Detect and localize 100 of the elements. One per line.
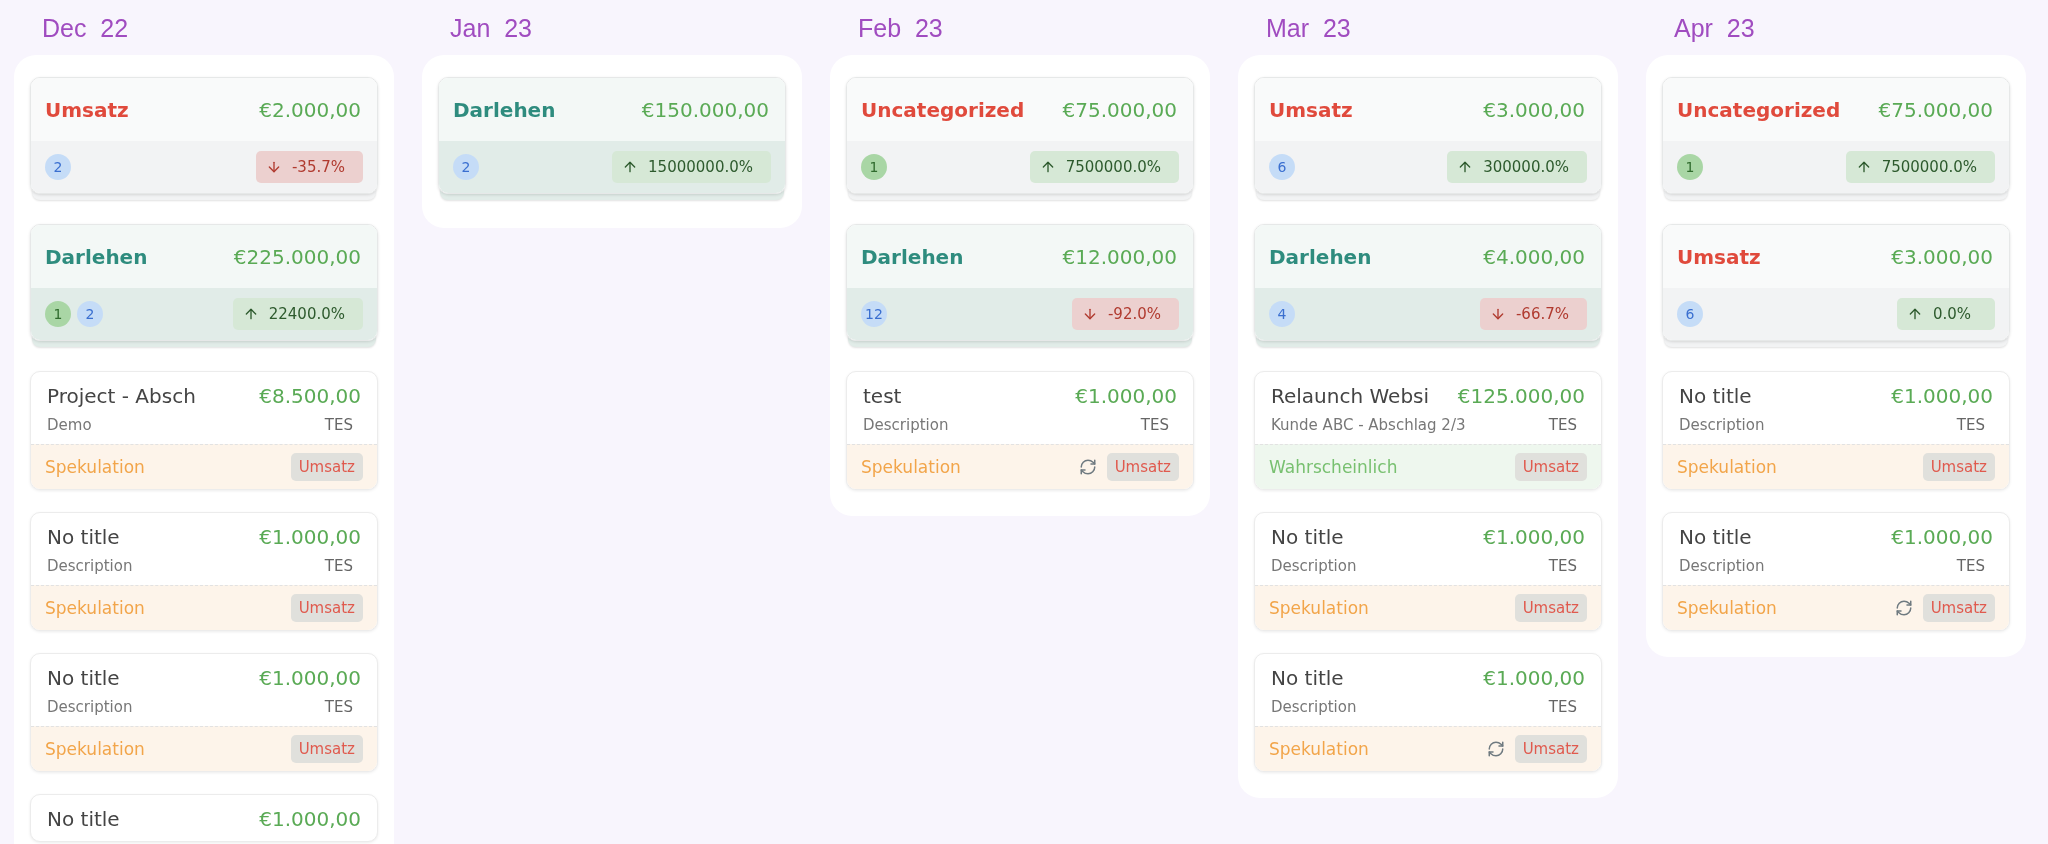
category-name: Uncategorized xyxy=(1677,97,1841,122)
entry-code: TES xyxy=(1956,557,1986,575)
month-heading: Feb 23 xyxy=(857,13,944,44)
entry-card[interactable]: test €1.000,00 Description TES Spekulation Umsatz xyxy=(846,371,1194,490)
entry-code: TES xyxy=(324,416,354,434)
category-name: Darlehen xyxy=(861,244,964,269)
entry-description: Description xyxy=(1679,416,1765,434)
entry-card[interactable]: Project - Absch €8.500,00 Demo TES Spekulation Umsatz xyxy=(30,371,378,490)
change-badge: -35.7% xyxy=(255,151,363,183)
entry-code: TES xyxy=(324,698,354,716)
entry-card[interactable]: No title €1.000,00 Description TES Spekulation Umsatz xyxy=(1662,512,2010,631)
count-badge: 4 xyxy=(1269,301,1295,327)
entry-description: Description xyxy=(47,557,133,575)
entry-card[interactable]: No title €1.000,00 Description TES Spekulation Umsatz xyxy=(30,653,378,772)
entry-amount: €1.000,00 xyxy=(1483,525,1585,549)
change-badge: 0.0% xyxy=(1897,298,1995,330)
category-amount: €75.000,00 xyxy=(1878,97,1993,122)
entry-description: Description xyxy=(1271,557,1357,575)
status-label: Spekulation xyxy=(45,739,146,759)
entry-title: Project - Absch xyxy=(47,384,196,408)
entry-card[interactable]: No title €1.000,00 Description TES Spekulation Umsatz xyxy=(1254,512,1602,631)
category-tag: Umsatz xyxy=(290,735,363,763)
category-name: Umsatz xyxy=(45,97,129,122)
category-amount: €150.000,00 xyxy=(641,97,769,122)
month-heading: Dec 22 xyxy=(41,13,130,44)
entry-title: No title xyxy=(47,525,120,549)
category-name: Darlehen xyxy=(1269,244,1372,269)
entry-amount: €1.000,00 xyxy=(1891,384,1993,408)
entry-code: TES xyxy=(324,557,354,575)
status-label: Spekulation xyxy=(1677,457,1778,477)
category-name: Umsatz xyxy=(1269,97,1353,122)
entry-title: No title xyxy=(47,666,120,690)
count-badge: 6 xyxy=(1677,301,1703,327)
entry-card[interactable]: No title €1.000,00 Description TES Spekulation Umsatz xyxy=(1662,371,2010,490)
entry-code: TES xyxy=(1548,698,1578,716)
category-amount: €3.000,00 xyxy=(1483,97,1585,122)
entry-title: test xyxy=(863,384,902,408)
entry-code: TES xyxy=(1548,416,1578,434)
category-tag: Umsatz xyxy=(290,453,363,481)
category-name: Umsatz xyxy=(1677,244,1761,269)
category-tag: Umsatz xyxy=(1514,594,1587,622)
category-amount: €2.000,00 xyxy=(259,97,361,122)
count-badge: 6 xyxy=(1269,154,1295,180)
change-badge: 7500000.0% xyxy=(1029,151,1179,183)
status-label: Spekulation xyxy=(45,457,146,477)
month-heading: Apr 23 xyxy=(1673,13,1756,44)
entry-description: Description xyxy=(1271,698,1357,716)
change-badge: 22400.0% xyxy=(232,298,363,330)
entry-amount: €1.000,00 xyxy=(259,525,361,549)
month-heading: Jan 23 xyxy=(449,13,533,44)
entry-amount: €125.000,00 xyxy=(1457,384,1585,408)
category-tag: Umsatz xyxy=(1514,735,1587,763)
entry-code: TES xyxy=(1548,557,1578,575)
status-label: Spekulation xyxy=(45,598,146,618)
entry-title: No title xyxy=(1271,525,1344,549)
status-label: Spekulation xyxy=(1269,598,1370,618)
category-amount: €12.000,00 xyxy=(1062,244,1177,269)
category-name: Uncategorized xyxy=(861,97,1025,122)
entry-amount: €1.000,00 xyxy=(1891,525,1993,549)
entry-amount: €1.000,00 xyxy=(1483,666,1585,690)
category-tag: Umsatz xyxy=(1922,594,1995,622)
change-badge: 300000.0% xyxy=(1447,151,1587,183)
change-badge: -66.7% xyxy=(1479,298,1587,330)
category-tag: Umsatz xyxy=(290,594,363,622)
entry-description: Demo xyxy=(47,416,92,434)
entry-description: Kunde ABC - Abschlag 2/3 xyxy=(1271,416,1466,434)
entry-description: Description xyxy=(863,416,949,434)
entry-code: TES xyxy=(1140,416,1170,434)
category-amount: €3.000,00 xyxy=(1891,244,1993,269)
category-tag: Umsatz xyxy=(1922,453,1995,481)
entry-title: No title xyxy=(1271,666,1344,690)
category-amount: €75.000,00 xyxy=(1062,97,1177,122)
change-badge: 7500000.0% xyxy=(1845,151,1995,183)
status-label: Wahrscheinlich xyxy=(1269,457,1399,477)
count-badge: 2 xyxy=(77,301,103,327)
change-badge: 15000000.0% xyxy=(612,151,771,183)
count-badge: 12 xyxy=(861,301,887,327)
entry-amount: €1.000,00 xyxy=(259,666,361,690)
category-tag: Umsatz xyxy=(1106,453,1179,481)
count-badge: 1 xyxy=(861,154,887,180)
change-badge: -92.0% xyxy=(1071,298,1179,330)
entry-card[interactable]: Relaunch Websi €125.000,00 Kunde ABC - Abschlag 2/3 TES Wahrscheinlich Umsatz xyxy=(1254,371,1602,490)
category-name: Darlehen xyxy=(45,244,148,269)
entry-description: Description xyxy=(1679,557,1765,575)
entry-card[interactable]: No title €1.000,00 xyxy=(30,794,378,842)
entry-title: No title xyxy=(1679,525,1752,549)
entry-amount: €8.500,00 xyxy=(259,384,361,408)
count-badge: 2 xyxy=(45,154,71,180)
entry-card[interactable]: No title €1.000,00 Description TES Spekulation Umsatz xyxy=(1254,653,1602,772)
category-name: Darlehen xyxy=(453,97,556,122)
entry-title: Relaunch Websi xyxy=(1271,384,1430,408)
category-amount: €225.000,00 xyxy=(233,244,361,269)
status-label: Spekulation xyxy=(861,457,962,477)
count-badge: 1 xyxy=(45,301,71,327)
count-badge: 1 xyxy=(1677,154,1703,180)
entry-card[interactable]: No title €1.000,00 Description TES Spekulation Umsatz xyxy=(30,512,378,631)
status-label: Spekulation xyxy=(1269,739,1370,759)
count-badge: 2 xyxy=(453,154,479,180)
month-heading: Mar 23 xyxy=(1265,13,1352,44)
entry-title: No title xyxy=(47,807,120,831)
